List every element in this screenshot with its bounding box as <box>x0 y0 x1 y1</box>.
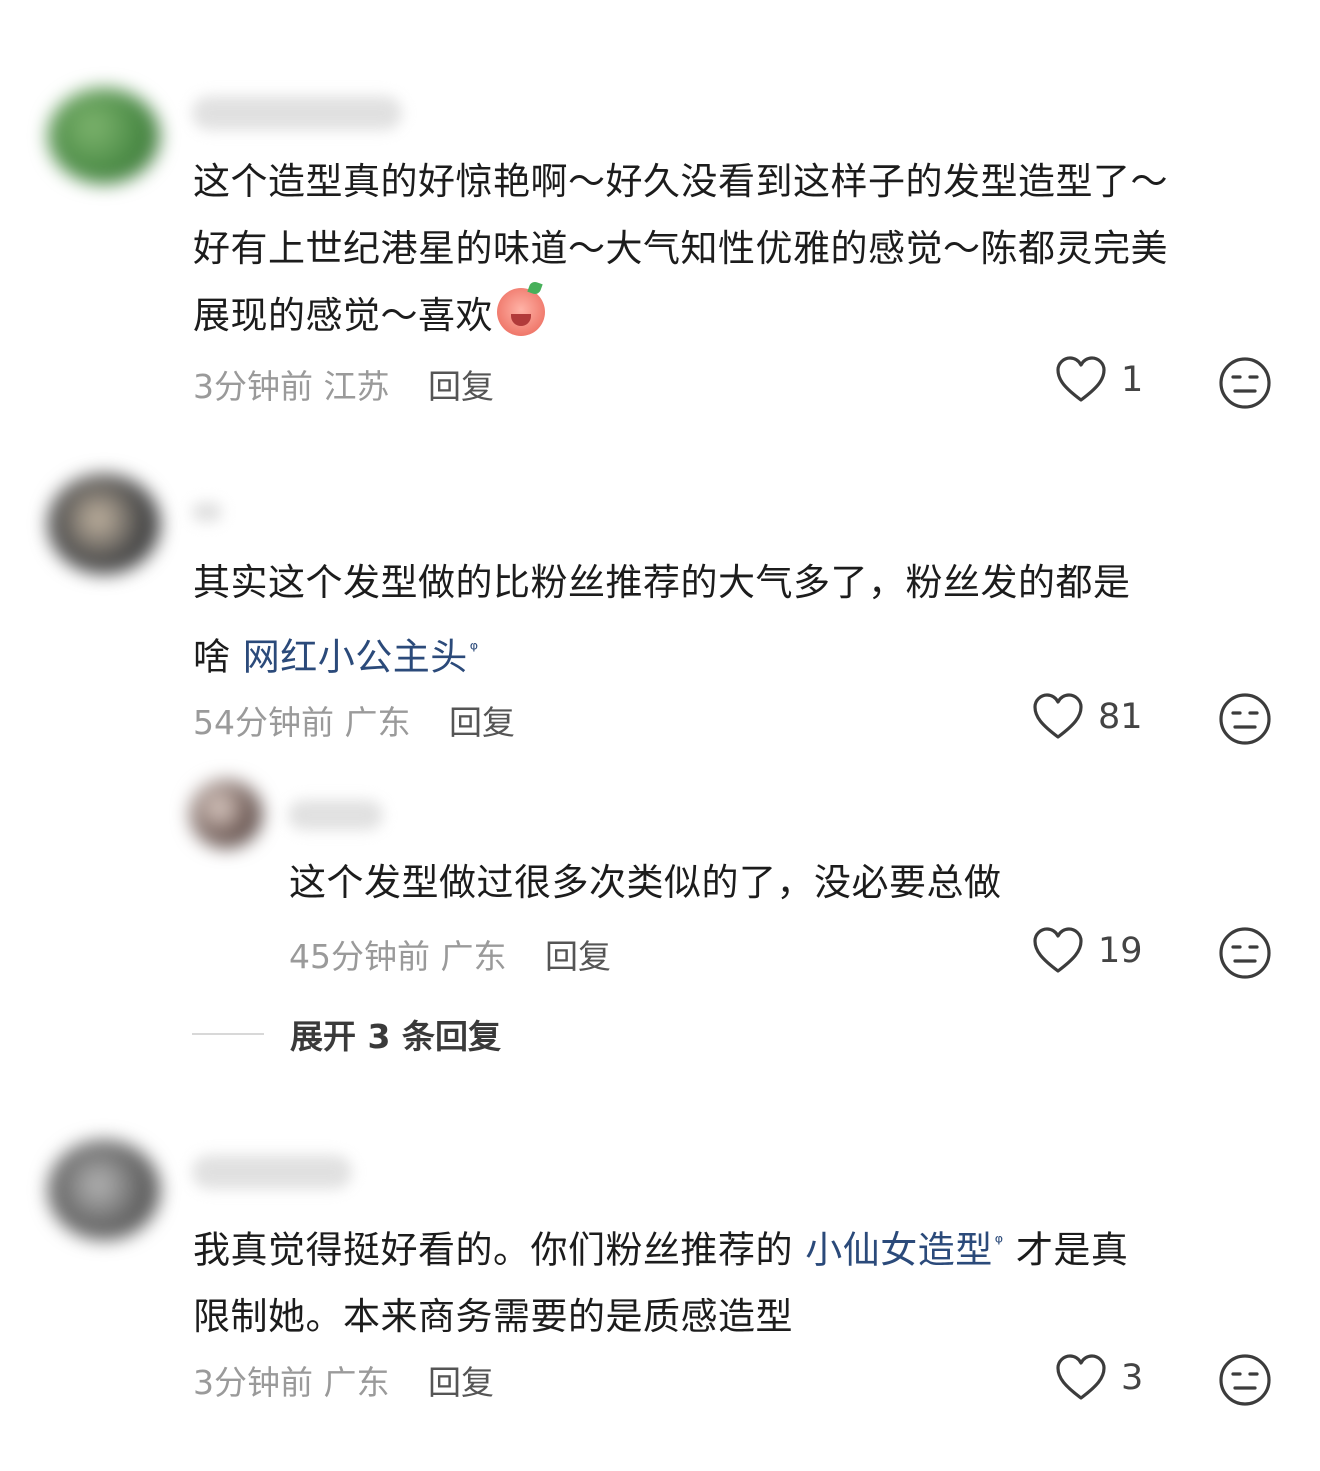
like-button[interactable]: 1 <box>1055 356 1143 404</box>
username[interactable] <box>192 96 402 130</box>
comment-line-text: 我真觉得挺好看的。你们粉丝推荐的 <box>193 1228 806 1272</box>
location: 广东 <box>440 937 507 976</box>
comment-meta: 3分钟前 广东 回复 <box>193 1356 494 1404</box>
like-count: 3 <box>1121 1358 1144 1398</box>
comment-line-text: 啥 <box>193 635 243 679</box>
location: 广东 <box>344 703 411 742</box>
comment-line-text: 展现的感觉～喜欢 <box>193 294 493 337</box>
expand-replies-label: 展开 3 条回复 <box>290 1017 501 1056</box>
comment-text: 这个造型真的好惊艳啊～好久没看到这样子的发型造型了～ 好有上世纪港星的味道～大气… <box>193 148 1283 349</box>
reply-button[interactable]: 回复 <box>428 367 494 406</box>
comment-line: 限制她。本来商务需要的是质感造型 <box>193 1295 793 1339</box>
like-count: 81 <box>1098 697 1143 737</box>
heart-icon <box>1056 1354 1106 1400</box>
search-icon[interactable]: ᵠ <box>470 637 479 661</box>
dislike-button[interactable] <box>1218 692 1272 750</box>
reply-meta: 45分钟前 广东 回复 <box>289 930 611 978</box>
reply-username[interactable] <box>288 800 383 830</box>
dislike-face-icon <box>1219 927 1271 979</box>
location: 江苏 <box>323 367 390 406</box>
location: 广东 <box>323 1363 390 1402</box>
search-icon[interactable]: ᵠ <box>995 1230 1004 1254</box>
timestamp: 45分钟前 <box>289 937 430 976</box>
heart-icon <box>1056 356 1106 402</box>
reply-button[interactable]: 回复 <box>449 703 515 742</box>
username[interactable] <box>192 502 222 522</box>
comment-line: 啥 网红小公主头 ᵠ <box>193 616 1283 690</box>
timestamp: 3分钟前 <box>193 367 313 406</box>
like-button[interactable]: 19 <box>1032 927 1143 975</box>
expand-replies-button[interactable]: 展开 3 条回复 <box>192 1010 501 1058</box>
avatar[interactable] <box>48 88 160 184</box>
comment-line: 其实这个发型做的比粉丝推荐的大气多了，粉丝发的都是 <box>193 561 1131 604</box>
heart-icon <box>1033 927 1083 973</box>
comment-meta: 3分钟前 江苏 回复 <box>193 360 494 408</box>
reply-button[interactable]: 回复 <box>545 937 611 976</box>
comment-meta: 54分钟前 广东 回复 <box>193 696 515 744</box>
comment-line: 我真觉得挺好看的。你们粉丝推荐的 小仙女造型 ᵠ 才是真 <box>193 1209 1283 1283</box>
like-button[interactable]: 3 <box>1055 1354 1143 1402</box>
reply-avatar[interactable] <box>190 780 262 848</box>
reply-button[interactable]: 回复 <box>428 1363 494 1402</box>
timestamp: 3分钟前 <box>193 1363 313 1402</box>
avatar[interactable] <box>48 1140 160 1240</box>
reply-text: 这个发型做过很多次类似的了，没必要总做 <box>289 861 1002 904</box>
search-link[interactable]: 小仙女造型 <box>805 1228 993 1271</box>
dislike-button[interactable] <box>1218 356 1272 414</box>
dislike-face-icon <box>1219 1354 1271 1406</box>
avatar[interactable] <box>48 474 160 574</box>
heart-icon <box>1033 693 1083 739</box>
comment-line-text: 才是真 <box>1003 1228 1129 1272</box>
comment-line: 这个造型真的好惊艳啊～好久没看到这样子的发型造型了～ <box>193 160 1168 203</box>
dislike-button[interactable] <box>1218 1353 1272 1411</box>
search-link[interactable]: 网红小公主头 <box>243 635 468 678</box>
dislike-face-icon <box>1219 693 1271 745</box>
comment-text: 我真觉得挺好看的。你们粉丝推荐的 小仙女造型 ᵠ 才是真 限制她。本来商务需要的是… <box>193 1209 1283 1350</box>
like-count: 19 <box>1098 931 1143 971</box>
comment-line: 好有上世纪港星的味道～大气知性优雅的感觉～陈都灵完美 <box>193 227 1168 270</box>
timestamp: 54分钟前 <box>193 703 334 742</box>
like-count: 1 <box>1121 360 1144 400</box>
dislike-face-icon <box>1219 357 1271 409</box>
like-button[interactable]: 81 <box>1032 693 1143 741</box>
dislike-button[interactable] <box>1218 926 1272 984</box>
username[interactable] <box>192 1155 352 1189</box>
comment-line: 展现的感觉～喜欢 <box>193 282 1283 349</box>
emoji-sticker-icon <box>497 288 545 336</box>
divider <box>192 1033 264 1035</box>
comment-text: 其实这个发型做的比粉丝推荐的大气多了，粉丝发的都是 啥 网红小公主头 ᵠ <box>193 549 1283 690</box>
